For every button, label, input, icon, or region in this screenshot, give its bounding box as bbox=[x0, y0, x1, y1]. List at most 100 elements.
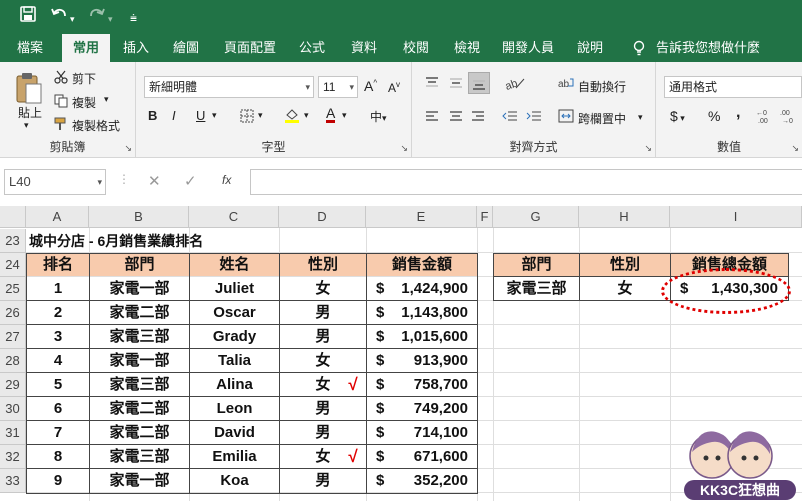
tab-view[interactable]: 檢視 bbox=[447, 34, 487, 62]
cell-dept[interactable]: 家電二部 bbox=[90, 397, 189, 421]
alignment-launcher-icon[interactable]: ↘ bbox=[644, 143, 652, 154]
underline-button[interactable]: U bbox=[196, 108, 205, 123]
summary-gender[interactable]: 女 bbox=[580, 277, 670, 301]
format-painter-icon[interactable] bbox=[54, 117, 68, 134]
row-header-23[interactable]: 23 bbox=[0, 229, 26, 253]
summary-dept[interactable]: 家電三部 bbox=[494, 277, 579, 301]
select-all-corner[interactable] bbox=[0, 206, 26, 228]
cell-dept[interactable]: 家電三部 bbox=[90, 325, 189, 349]
cell-amount[interactable]: 749,200 bbox=[390, 397, 468, 421]
col-header-f[interactable]: F bbox=[477, 206, 493, 228]
copy-label[interactable]: 複製 bbox=[72, 94, 96, 111]
decrease-indent-icon[interactable] bbox=[502, 110, 518, 127]
fill-color-icon[interactable] bbox=[284, 107, 300, 126]
bold-button[interactable]: B bbox=[148, 108, 157, 123]
col-header-i[interactable]: I bbox=[670, 206, 802, 228]
font-name-dropdown-icon[interactable]: ▾ bbox=[305, 77, 310, 97]
clipboard-launcher-icon[interactable]: ↘ bbox=[124, 143, 132, 154]
cell-rank[interactable]: 9 bbox=[27, 469, 89, 493]
fill-color-dropdown-icon[interactable]: ▾ bbox=[304, 110, 309, 121]
row-header-27[interactable]: 27 bbox=[0, 325, 26, 349]
font-size-dropdown-icon[interactable]: ▾ bbox=[349, 77, 354, 97]
save-icon[interactable] bbox=[20, 6, 36, 28]
undo-icon[interactable] bbox=[50, 6, 68, 28]
cell-amount[interactable]: 1,424,900 bbox=[390, 277, 468, 301]
borders-icon[interactable] bbox=[240, 109, 254, 126]
align-left-icon[interactable] bbox=[424, 110, 440, 127]
cell-rank[interactable]: 8 bbox=[27, 445, 89, 469]
redo-icon[interactable] bbox=[88, 6, 106, 28]
summary-header-amount[interactable]: 銷售總金額 bbox=[671, 254, 788, 276]
cell-amount[interactable]: 671,600 bbox=[390, 445, 468, 469]
cell-amount[interactable]: 913,900 bbox=[390, 349, 468, 373]
cell-dept[interactable]: 家電二部 bbox=[90, 301, 189, 325]
orientation-icon[interactable]: ab bbox=[504, 76, 526, 93]
font-color-icon[interactable]: A bbox=[326, 106, 336, 123]
header-rank[interactable]: 排名 bbox=[27, 254, 89, 276]
align-middle-icon[interactable] bbox=[448, 76, 464, 93]
redo-dropdown-icon[interactable]: ▾ bbox=[108, 9, 113, 29]
header-amount[interactable]: 銷售金額 bbox=[367, 254, 477, 276]
cell-name[interactable]: Oscar bbox=[190, 301, 279, 325]
col-header-h[interactable]: H bbox=[579, 206, 670, 228]
cell-dept[interactable]: 家電一部 bbox=[90, 349, 189, 373]
paste-dropdown-icon[interactable]: ▾ bbox=[24, 120, 29, 131]
tab-formulas[interactable]: 公式 bbox=[292, 34, 332, 62]
align-center-icon[interactable] bbox=[448, 110, 464, 127]
col-header-c[interactable]: C bbox=[189, 206, 279, 228]
cell-name[interactable]: Koa bbox=[190, 469, 279, 493]
cell-dept[interactable]: 家電二部 bbox=[90, 421, 189, 445]
row-header-25[interactable]: 25 bbox=[0, 277, 26, 301]
confirm-entry-icon[interactable]: ✓ bbox=[184, 172, 197, 190]
grow-font-icon[interactable]: A^ bbox=[364, 78, 377, 94]
align-top-icon[interactable] bbox=[424, 76, 440, 93]
cell-name[interactable]: Alina bbox=[190, 373, 279, 397]
cell-amount[interactable]: 758,700 bbox=[390, 373, 468, 397]
sheet-title[interactable]: 城中分店 - 6月銷售業績排名 bbox=[29, 229, 359, 253]
cell-name[interactable]: Emilia bbox=[190, 445, 279, 469]
cell-dept[interactable]: 家電三部 bbox=[90, 445, 189, 469]
tab-data[interactable]: 資料 bbox=[344, 34, 384, 62]
formula-input[interactable] bbox=[250, 169, 802, 195]
tab-insert[interactable]: 插入 bbox=[116, 34, 156, 62]
cell-name[interactable]: Grady bbox=[190, 325, 279, 349]
phonetic-guide-icon[interactable]: 中▾ bbox=[370, 108, 387, 125]
cell-rank[interactable]: 2 bbox=[27, 301, 89, 325]
cell-rank[interactable]: 1 bbox=[27, 277, 89, 301]
comma-icon[interactable]: , bbox=[736, 104, 740, 122]
row-header-28[interactable]: 28 bbox=[0, 349, 26, 373]
copy-dropdown-icon[interactable]: ▾ bbox=[104, 94, 109, 105]
wrap-text-icon[interactable]: ab bbox=[558, 76, 574, 93]
copy-icon[interactable] bbox=[54, 94, 68, 111]
cell-rank[interactable]: 6 bbox=[27, 397, 89, 421]
name-box[interactable]: L40 ▾ bbox=[4, 169, 106, 195]
shrink-font-icon[interactable]: Av bbox=[388, 80, 400, 95]
cut-label[interactable]: 剪下 bbox=[72, 70, 96, 87]
cut-icon[interactable] bbox=[54, 70, 68, 87]
format-painter-label[interactable]: 複製格式 bbox=[72, 117, 120, 134]
currency-icon[interactable]: $ ▾ bbox=[670, 108, 685, 124]
cell-dept[interactable]: 家電三部 bbox=[90, 373, 189, 397]
insert-function-icon[interactable]: fx bbox=[222, 173, 231, 187]
summary-header-dept[interactable]: 部門 bbox=[494, 254, 579, 276]
row-header-33[interactable]: 33 bbox=[0, 469, 26, 493]
customize-icon[interactable]: ⩧ bbox=[130, 8, 137, 28]
percent-icon[interactable]: % bbox=[708, 108, 720, 124]
header-dept[interactable]: 部門 bbox=[90, 254, 189, 276]
summary-amount[interactable]: 1,430,300 bbox=[694, 277, 778, 301]
tab-page-layout[interactable]: 頁面配置 bbox=[218, 34, 282, 62]
merge-dropdown-icon[interactable]: ▾ bbox=[638, 112, 643, 123]
cell-rank[interactable]: 7 bbox=[27, 421, 89, 445]
cell-name[interactable]: Leon bbox=[190, 397, 279, 421]
cell-name[interactable]: David bbox=[190, 421, 279, 445]
summary-header-gender[interactable]: 性別 bbox=[580, 254, 670, 276]
col-header-a[interactable]: A bbox=[26, 206, 89, 228]
cell-amount[interactable]: 1,015,600 bbox=[390, 325, 468, 349]
worksheet-grid[interactable]: A B C D E F G H I 23 24 25 26 27 28 29 3… bbox=[0, 206, 802, 501]
col-header-e[interactable]: E bbox=[366, 206, 477, 228]
tell-me-search[interactable]: 告訴我您想做什麼 bbox=[656, 34, 760, 62]
cell-rank[interactable]: 3 bbox=[27, 325, 89, 349]
cell-amount[interactable]: 352,200 bbox=[390, 469, 468, 493]
tab-help[interactable]: 說明 bbox=[570, 34, 610, 62]
header-gender[interactable]: 性別 bbox=[280, 254, 366, 276]
